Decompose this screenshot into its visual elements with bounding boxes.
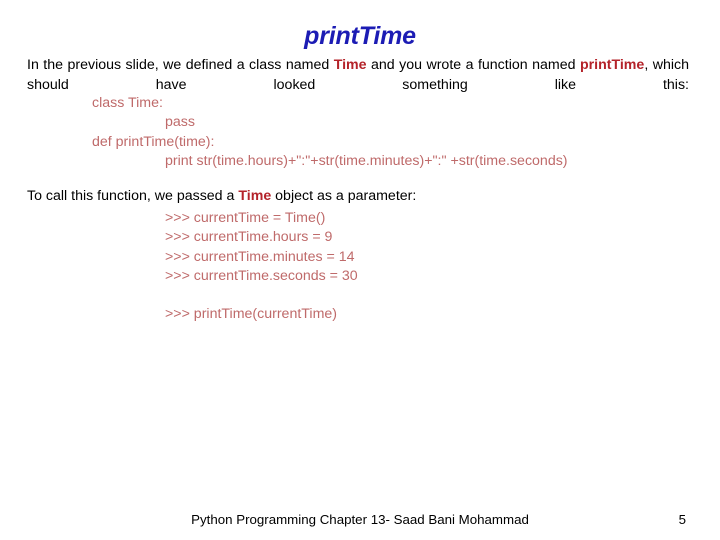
console-session-final: >>> printTime(currentTime) [27, 305, 720, 324]
slide-footer: Python Programming Chapter 13- Saad Bani… [0, 500, 720, 540]
call-paragraph: To call this function, we passed a Time … [27, 187, 689, 207]
code-line: def printTime(time): [92, 133, 215, 150]
console-session: >>> currentTime = Time() >>> currentTime… [27, 209, 720, 286]
keyword-time-2: Time [238, 188, 272, 204]
console-line-call: >>> printTime(currentTime) [165, 306, 338, 322]
intro-text-part-2: and you wrote a function named [366, 57, 580, 73]
footer-title: Python Programming Chapter 13- Saad Bani… [191, 512, 529, 527]
console-line: >>> currentTime.seconds = 30 [165, 267, 358, 284]
code-sample: class Time: pass def printTime(time): pr… [27, 94, 720, 171]
code-line: pass [165, 114, 195, 131]
slide-body: In the previous slide, we defined a clas… [27, 56, 689, 322]
console-line: >>> currentTime.minutes = 14 [165, 248, 355, 265]
keyword-time: Time [333, 57, 367, 73]
slide-title: printTime [304, 22, 416, 50]
intro-text-part-1: In the previous slide, we defined a clas… [27, 57, 334, 73]
console-line: >>> currentTime.hours = 9 [165, 229, 333, 246]
intro-paragraph: In the previous slide, we defined a clas… [27, 56, 689, 95]
call-text-part-2: object as a parameter: [271, 188, 417, 204]
page-number: 5 [678, 512, 686, 527]
code-line: print str(time.hours)+":"+str(time.minut… [165, 152, 568, 169]
call-text-part-1: To call this function, we passed a [27, 188, 239, 204]
console-line: >>> currentTime = Time() [165, 210, 326, 226]
code-line: class Time: [92, 95, 163, 111]
keyword-printtime: printTime [579, 57, 645, 73]
call-paragraph-wrap: To call this function, we passed a Time … [27, 187, 689, 207]
